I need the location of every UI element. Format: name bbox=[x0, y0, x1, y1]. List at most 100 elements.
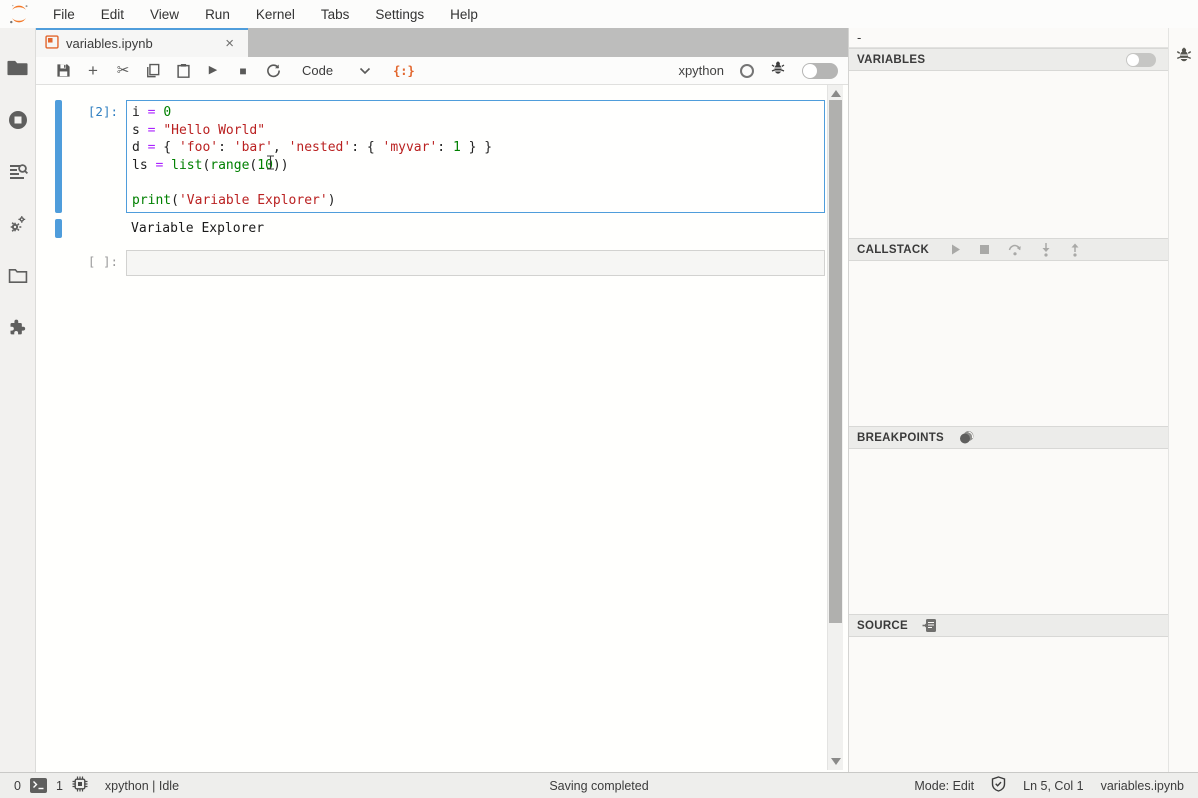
step-out-button[interactable] bbox=[1070, 243, 1080, 257]
callstack-section-header[interactable]: CALLSTACK bbox=[849, 238, 1168, 261]
open-source-button[interactable] bbox=[922, 618, 937, 633]
variables-content bbox=[849, 71, 1168, 238]
menu-help[interactable]: Help bbox=[437, 3, 491, 26]
kernel-status-text[interactable]: xpython | Idle bbox=[105, 779, 179, 793]
input-collapser[interactable] bbox=[55, 100, 62, 213]
callstack-label: CALLSTACK bbox=[857, 244, 929, 256]
step-over-button[interactable] bbox=[1008, 243, 1022, 256]
menu-tabs[interactable]: Tabs bbox=[308, 3, 363, 26]
notebook-toolbar: + ✂ ▶ ■ Code {:} xpython bbox=[36, 57, 848, 85]
puzzle-icon bbox=[8, 318, 28, 338]
terminals-count[interactable]: 0 bbox=[14, 779, 21, 793]
restart-kernel-button[interactable] bbox=[258, 59, 288, 83]
notebook-mode[interactable]: Mode: Edit bbox=[914, 779, 974, 793]
kernel-chip-icon[interactable] bbox=[72, 776, 88, 795]
cell-type-value: Code bbox=[302, 63, 333, 78]
right-sidebar bbox=[1168, 28, 1198, 772]
menu-bar: File Edit View Run Kernel Tabs Settings … bbox=[0, 0, 1198, 28]
main-dock-panel: variables.ipynb × + ✂ ▶ ■ Code {:} xpyth… bbox=[36, 28, 848, 772]
scroll-up-arrow-icon[interactable] bbox=[831, 90, 841, 97]
save-button[interactable] bbox=[48, 59, 78, 83]
jupyter-logo-icon bbox=[6, 2, 32, 26]
menu-kernel[interactable]: Kernel bbox=[243, 3, 308, 26]
debugger-title: - bbox=[849, 28, 1168, 48]
menu-run[interactable]: Run bbox=[192, 3, 243, 26]
variables-section-header[interactable]: VARIABLES bbox=[849, 48, 1168, 71]
notebook-content: [2]: i = 0s = "Hello World"d = { 'foo': … bbox=[36, 85, 827, 772]
terminal-icon[interactable] bbox=[30, 778, 47, 793]
source-label: SOURCE bbox=[857, 620, 908, 632]
output-prompt bbox=[64, 219, 126, 238]
empty-prompt: [ ]: bbox=[64, 250, 126, 276]
code-cell-2: [ ]: bbox=[36, 250, 827, 276]
notebook-tab[interactable]: variables.ipynb × bbox=[36, 28, 248, 57]
close-all-breakpoints-button[interactable] bbox=[958, 430, 975, 445]
gears-icon bbox=[8, 214, 28, 234]
execution-prompt: [2]: bbox=[64, 100, 126, 213]
step-in-button[interactable] bbox=[1041, 243, 1051, 257]
sidebar-tab-extensions[interactable] bbox=[0, 302, 36, 354]
breakpoints-section-header[interactable]: BREAKPOINTS bbox=[849, 426, 1168, 449]
sidebar-tab-folder-outline[interactable] bbox=[0, 250, 36, 302]
sidebar-tab-settings[interactable] bbox=[0, 198, 36, 250]
terminate-button[interactable] bbox=[980, 245, 989, 254]
cell-type-dropdown[interactable]: Code bbox=[302, 63, 371, 78]
continue-button[interactable] bbox=[951, 244, 961, 255]
outline-folder-icon bbox=[8, 268, 28, 284]
output-text: Variable Explorer bbox=[126, 219, 269, 238]
empty-code-editor[interactable] bbox=[126, 250, 825, 276]
toolbar-toggle-switch[interactable] bbox=[802, 63, 838, 79]
menu-settings[interactable]: Settings bbox=[362, 3, 437, 26]
notebook-file-icon bbox=[45, 35, 59, 52]
cut-cells-button[interactable]: ✂ bbox=[108, 59, 138, 83]
sidebar-tab-file-browser[interactable] bbox=[0, 42, 36, 94]
source-section-header[interactable]: SOURCE bbox=[849, 614, 1168, 637]
kernel-status-icon bbox=[740, 64, 754, 78]
breakpoints-label: BREAKPOINTS bbox=[857, 432, 944, 444]
variables-view-toggle[interactable] bbox=[1126, 53, 1156, 67]
tab-bar: variables.ipynb × bbox=[36, 28, 848, 57]
json-braces-icon[interactable]: {:} bbox=[393, 64, 415, 78]
breakpoints-content bbox=[849, 449, 1168, 614]
code-editor[interactable]: i = 0s = "Hello World"d = { 'foo': 'bar'… bbox=[126, 100, 825, 213]
sidebar-tab-running-sessions[interactable] bbox=[0, 94, 36, 146]
input-collapser-2[interactable] bbox=[55, 250, 62, 276]
left-sidebar bbox=[0, 28, 36, 772]
kernel-name[interactable]: xpython bbox=[678, 63, 724, 78]
folder-icon bbox=[7, 59, 28, 77]
debugger-panel: - VARIABLES CALLSTACK BREAKPOINTS bbox=[848, 28, 1168, 772]
kernels-count[interactable]: 1 bbox=[56, 779, 63, 793]
bug-icon bbox=[1175, 46, 1193, 69]
copy-cells-button[interactable] bbox=[138, 59, 168, 83]
cell-output-area: Variable Explorer bbox=[36, 219, 827, 238]
status-filename: variables.ipynb bbox=[1101, 779, 1184, 793]
source-content bbox=[849, 637, 1168, 772]
mouse-ibeam-cursor bbox=[266, 155, 275, 170]
interrupt-kernel-button[interactable]: ■ bbox=[228, 59, 258, 83]
tab-close-icon[interactable]: × bbox=[219, 35, 240, 52]
variables-label: VARIABLES bbox=[857, 54, 925, 66]
menu-view[interactable]: View bbox=[137, 3, 192, 26]
callstack-content bbox=[849, 261, 1168, 426]
trusted-shield-icon bbox=[991, 776, 1006, 795]
run-cell-button[interactable]: ▶ bbox=[198, 59, 228, 83]
menu-file[interactable]: File bbox=[40, 3, 88, 26]
debugger-sidebar-tab[interactable] bbox=[1169, 40, 1198, 74]
menu-edit[interactable]: Edit bbox=[88, 3, 137, 26]
chevron-down-icon bbox=[359, 63, 371, 78]
scroll-down-arrow-icon[interactable] bbox=[831, 758, 841, 765]
notebook-scrollbar bbox=[827, 85, 843, 770]
sidebar-tab-property-inspector[interactable] bbox=[0, 146, 36, 198]
insert-cell-button[interactable]: + bbox=[78, 59, 108, 83]
output-collapser[interactable] bbox=[55, 219, 62, 238]
toggle-knob bbox=[803, 64, 817, 78]
status-bar: 0 1 xpython | Idle Saving completed Mode… bbox=[0, 772, 1198, 798]
stop-circle-icon bbox=[8, 110, 28, 130]
scrollbar-thumb[interactable] bbox=[829, 100, 842, 623]
cursor-position[interactable]: Ln 5, Col 1 bbox=[1023, 779, 1083, 793]
paste-cells-button[interactable] bbox=[168, 59, 198, 83]
tab-title: variables.ipynb bbox=[66, 36, 153, 51]
bug-icon[interactable] bbox=[770, 60, 786, 81]
toggle-knob bbox=[1127, 54, 1139, 66]
document-search-icon bbox=[8, 162, 28, 182]
